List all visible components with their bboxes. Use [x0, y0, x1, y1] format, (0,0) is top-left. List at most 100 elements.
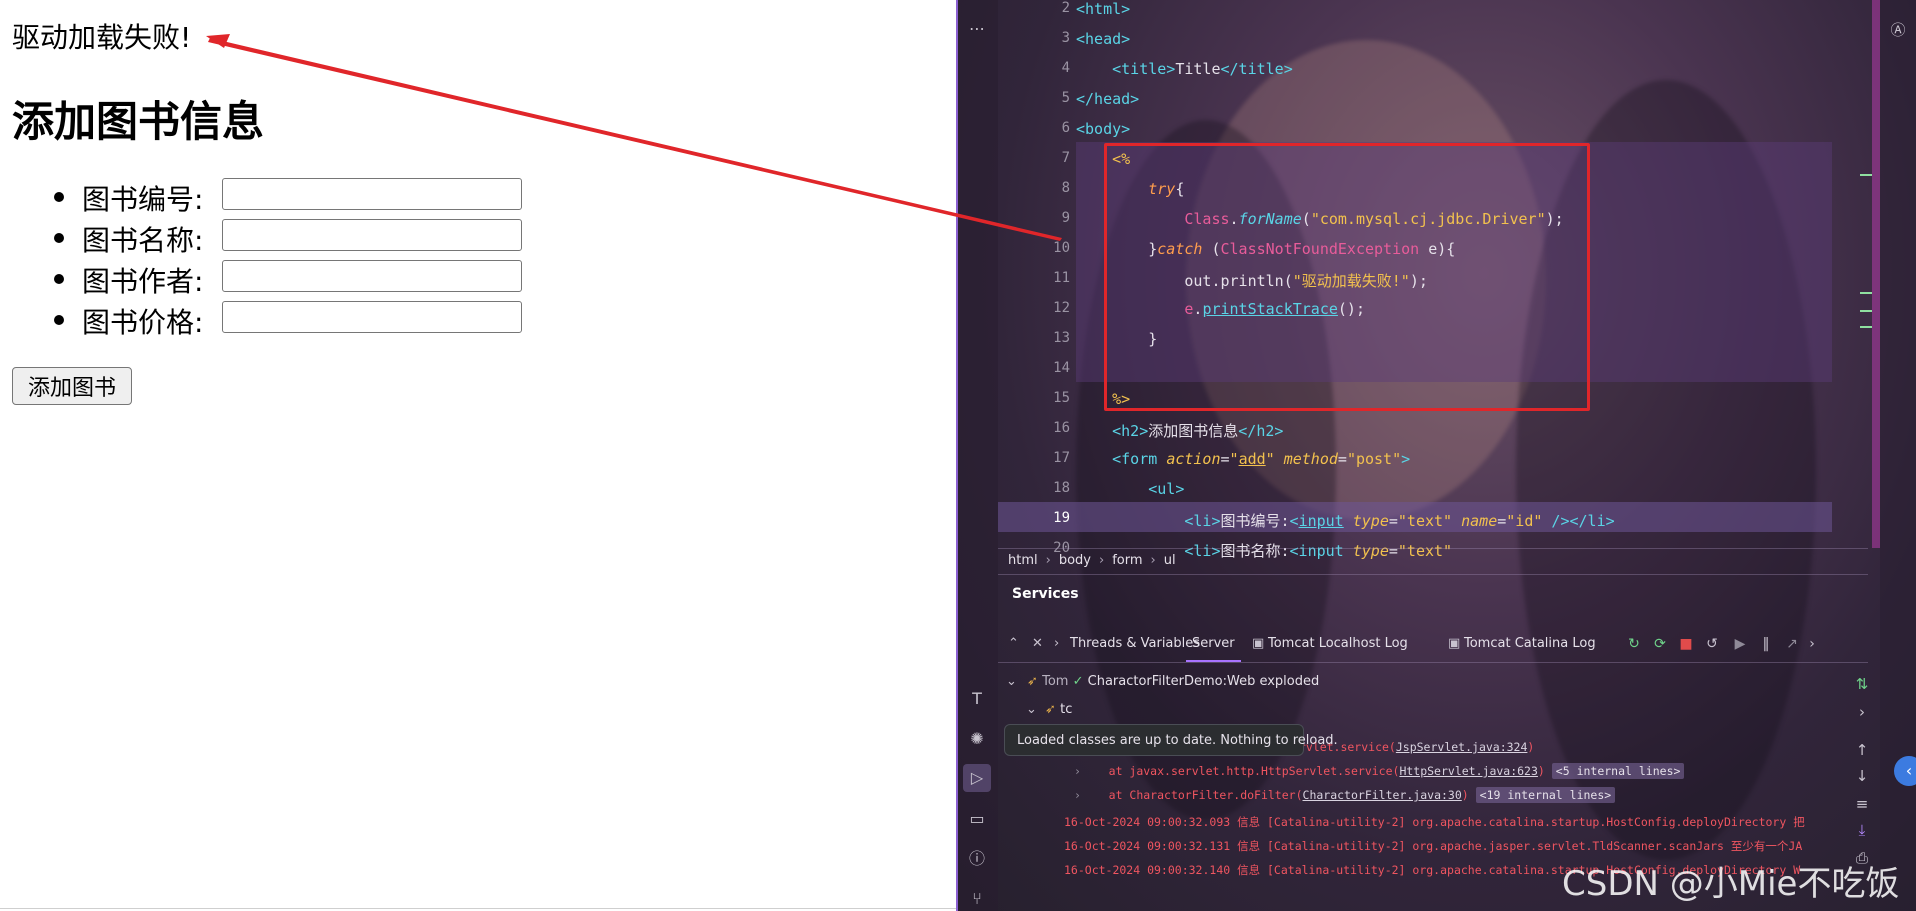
- left-toolbar: ⋯ T ✺ ▷ ▭ ⓘ ⑂: [956, 0, 998, 911]
- line-number: 4: [1061, 60, 1070, 76]
- git-icon[interactable]: ⑂: [968, 890, 986, 908]
- services-divider: [998, 574, 1868, 575]
- tree-row-root[interactable]: ⌄ ➶ Tom ✓ CharactorFilterDemo:Web explod…: [1006, 674, 1319, 689]
- chevron-right-icon[interactable]: ›: [1054, 626, 1059, 662]
- code-line: <form action="add" method="post">: [1112, 450, 1411, 468]
- book-price-input[interactable]: [222, 301, 522, 333]
- chevron-right-icon: ›: [1150, 552, 1156, 568]
- breadcrumb-item[interactable]: html: [1008, 553, 1038, 568]
- internal-lines-chip[interactable]: <5 internal lines>: [1551, 763, 1685, 779]
- ai-assistant-icon[interactable]: Ⓐ: [1888, 20, 1908, 40]
- line-number: 13: [1053, 330, 1070, 346]
- line-number: 11: [1053, 270, 1070, 286]
- tab-tomcat-localhost-log[interactable]: Tomcat Localhost Log: [1268, 626, 1408, 662]
- chevron-down-icon: ⌄: [1006, 674, 1017, 689]
- split-divider: [956, 0, 958, 911]
- log-line: 16-Oct-2024 09:00:32.093 信息 [Catalina-ut…: [1064, 815, 1805, 829]
- line-number: 6: [1061, 120, 1070, 136]
- page-heading: 添加图书信息: [12, 97, 265, 146]
- tree-artifact-label: CharactorFilterDemo:Web exploded: [1087, 674, 1320, 689]
- breadcrumb-item[interactable]: ul: [1164, 553, 1176, 568]
- line-number: 7: [1061, 150, 1070, 166]
- restart-icon[interactable]: ↺: [1704, 636, 1720, 652]
- stack-link[interactable]: CharactorFilter.java:30: [1303, 788, 1462, 802]
- stack-link[interactable]: HttpServlet.java:623: [1399, 764, 1537, 778]
- tomcat-icon: ➶: [1045, 702, 1056, 717]
- tab-threads-variables[interactable]: Threads & Variables: [1070, 626, 1200, 662]
- line-number: 18: [1053, 480, 1070, 496]
- line-gutter: 2 3 4 5 6 7 8 9 10 11 12 13 14 15 16 17 …: [998, 0, 1070, 556]
- editor-scrollbar[interactable]: [1872, 0, 1880, 548]
- tree-root-label: Tom: [1042, 674, 1069, 689]
- resume-icon[interactable]: ▶: [1732, 636, 1748, 652]
- add-book-button[interactable]: 添加图书: [12, 367, 132, 405]
- change-marker: [1860, 292, 1872, 294]
- line-number: 17: [1053, 450, 1070, 466]
- text-format-icon[interactable]: T: [968, 690, 986, 708]
- driver-error-message: 驱动加载失败!: [12, 21, 192, 54]
- line-number: 8: [1061, 180, 1070, 196]
- tree-row-child[interactable]: ⌄ ➶ tc: [1026, 702, 1072, 717]
- problems-icon[interactable]: ⓘ: [968, 850, 986, 868]
- line-number: 10: [1053, 240, 1070, 256]
- code-line: <li>图书编号:<input type="text" name="id" />…: [1184, 512, 1615, 530]
- reload-tooltip: Loaded classes are up to date. Nothing t…: [1004, 724, 1338, 756]
- code-line: <ul>: [1148, 480, 1185, 498]
- chevron-right-icon[interactable]: ›: [1852, 702, 1872, 722]
- soft-wrap-icon[interactable]: ≡: [1852, 794, 1872, 814]
- terminal-icon[interactable]: ▭: [968, 810, 986, 828]
- change-marker: [1860, 174, 1872, 176]
- tabs-divider: [998, 662, 1868, 663]
- log-line: › at javax.servlet.http.HttpServlet.serv…: [1074, 763, 1685, 779]
- book-name-input[interactable]: [222, 219, 522, 251]
- expand-icon[interactable]: ⌃: [1008, 626, 1019, 662]
- ide-window: ⋯ T ✺ ▷ ▭ ⓘ ⑂ 2 3 4 5 6 7 8 9 10 11 12 1…: [956, 0, 1916, 911]
- log-line: › at CharactorFilter.doFilter(CharactorF…: [1074, 787, 1616, 803]
- code-line: <head>: [1076, 30, 1131, 48]
- internal-lines-chip[interactable]: <19 internal lines>: [1475, 787, 1616, 803]
- stack-link[interactable]: JspServlet.java:324: [1396, 740, 1528, 754]
- code-line: </head>: [1076, 90, 1140, 108]
- bug-icon[interactable]: ✺: [968, 730, 986, 748]
- check-icon: ✓: [1072, 674, 1084, 689]
- arrow-up-icon[interactable]: ↑: [1852, 740, 1872, 760]
- line-number: 16: [1053, 420, 1070, 436]
- arrow-down-icon[interactable]: ↓: [1852, 766, 1872, 786]
- field-label-id: 图书编号:: [82, 183, 204, 216]
- browser-page: 驱动加载失败! 添加图书信息 图书编号: 图书名称: 图书作者: 图书价格: 添…: [0, 0, 956, 911]
- code-line: <title>Title</title>: [1112, 60, 1293, 78]
- log-icon: ▣: [1252, 636, 1265, 651]
- services-icon[interactable]: ▷: [963, 764, 991, 792]
- field-label-price: 图书价格:: [82, 306, 204, 339]
- log-icon: ▣: [1448, 636, 1461, 651]
- collapse-panel-icon[interactable]: ‹: [1894, 756, 1916, 786]
- field-label-author: 图书作者:: [82, 265, 204, 298]
- change-marker: [1860, 310, 1872, 312]
- update-icon[interactable]: ⟳: [1652, 636, 1668, 652]
- rerun-icon[interactable]: ↻: [1626, 636, 1642, 652]
- more-arrow-icon[interactable]: ›: [1804, 636, 1820, 652]
- pause-icon[interactable]: ‖: [1758, 636, 1774, 652]
- services-tab-bar: ⌃ ✕ › Threads & Variables Server ▣ Tomca…: [998, 626, 1868, 662]
- tree-child-label: tc: [1060, 702, 1073, 717]
- tab-tomcat-catalina-log[interactable]: Tomcat Catalina Log: [1464, 626, 1596, 662]
- stop-icon[interactable]: ■: [1678, 636, 1694, 652]
- breadcrumb-item[interactable]: body: [1059, 553, 1091, 568]
- chevron-down-icon: ⌄: [1026, 702, 1037, 717]
- more-icon[interactable]: ⋯: [968, 20, 986, 38]
- breadcrumb-item[interactable]: form: [1112, 553, 1142, 568]
- services-title: Services: [1012, 586, 1079, 602]
- change-marker: [1860, 326, 1872, 328]
- line-number-current: 19: [1053, 510, 1070, 526]
- bullet-icon: [54, 315, 64, 325]
- book-author-input[interactable]: [222, 260, 522, 292]
- line-number: 15: [1053, 390, 1070, 406]
- tab-server[interactable]: Server: [1186, 626, 1241, 662]
- scroll-end-icon[interactable]: ⤓: [1852, 820, 1872, 840]
- code-line: <html>: [1076, 0, 1131, 18]
- filter-icon[interactable]: ⇅: [1852, 674, 1872, 694]
- collapse-icon[interactable]: ✕: [1032, 626, 1043, 662]
- book-id-input[interactable]: [222, 178, 522, 210]
- code-line: <body>: [1076, 120, 1131, 138]
- chart-icon[interactable]: ↗: [1784, 636, 1800, 652]
